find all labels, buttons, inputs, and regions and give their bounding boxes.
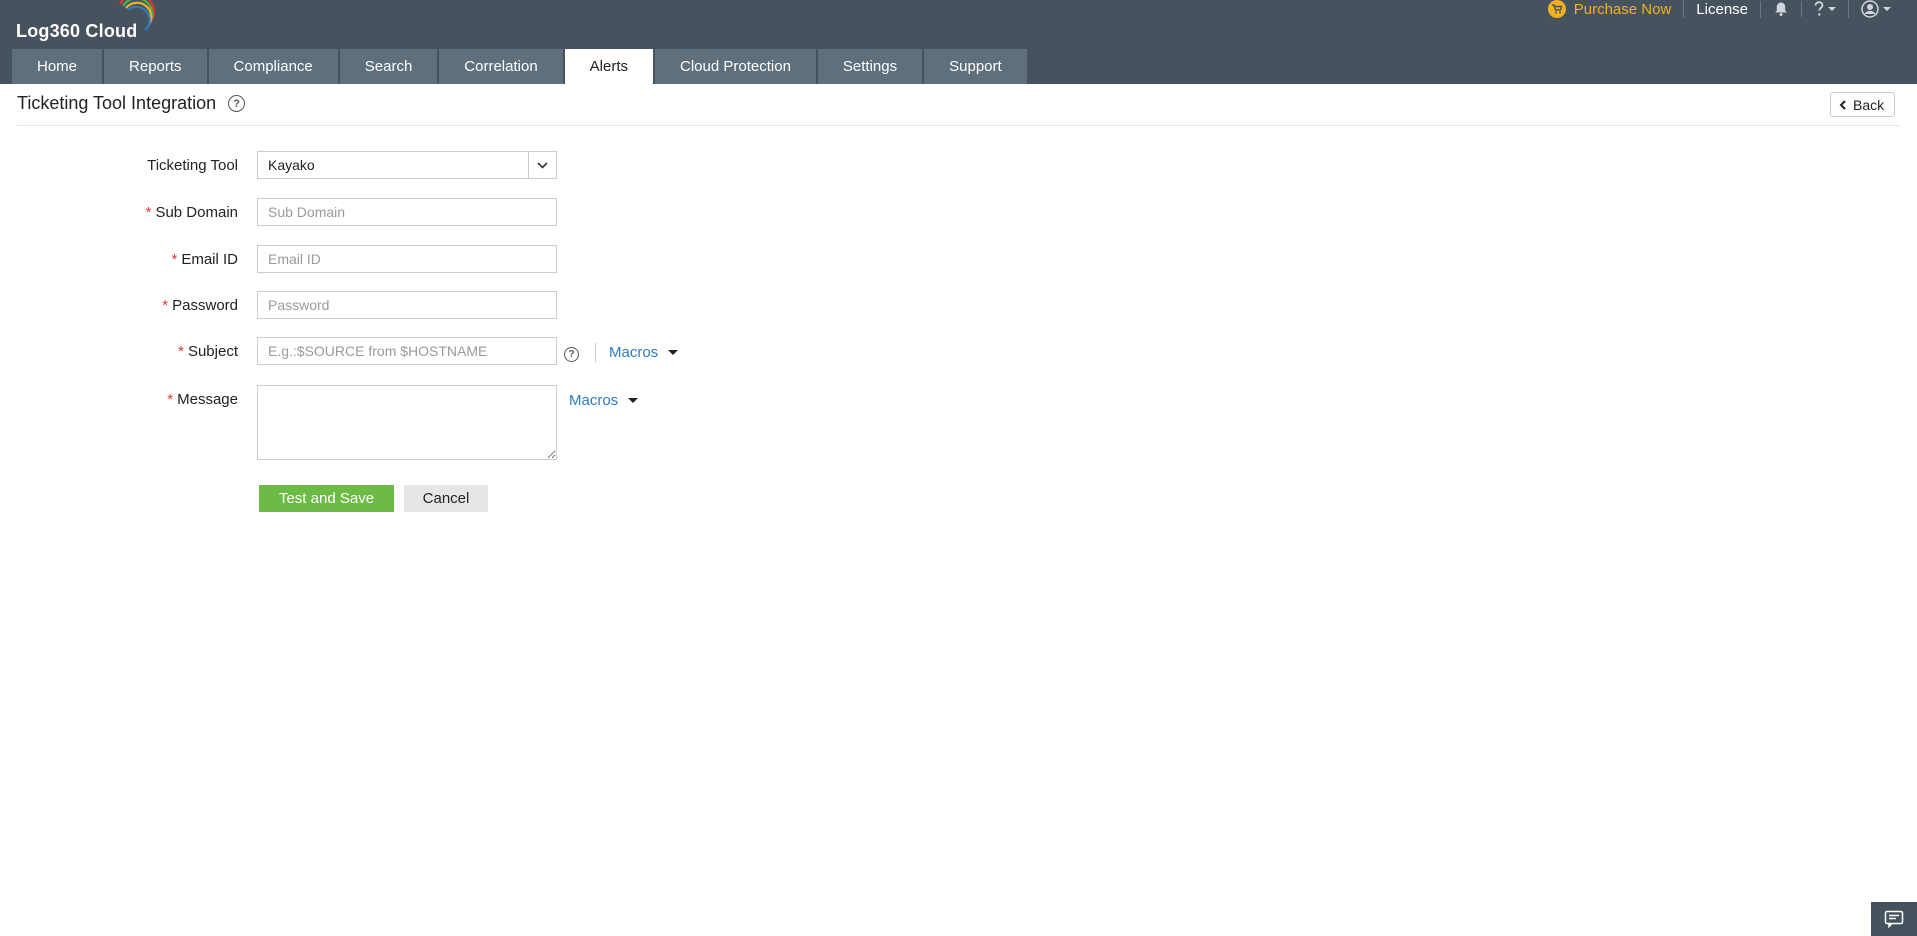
chevron-down-icon [1883, 7, 1891, 11]
password-label: * Password [162, 297, 238, 314]
subject-help-icon[interactable]: ? [564, 347, 579, 362]
cart-icon [1547, 0, 1566, 18]
purchase-now-label: Purchase Now [1573, 0, 1672, 18]
user-menu-button[interactable] [1848, 0, 1903, 18]
caret-down-icon [668, 350, 679, 355]
help-icon [1814, 1, 1824, 16]
tab-cloud-protection[interactable]: Cloud Protection [655, 49, 816, 84]
dropdown-arrow[interactable] [528, 152, 556, 178]
ticketing-tool-label-text: Ticketing Tool [147, 157, 238, 174]
help-menu-button[interactable] [1801, 1, 1848, 17]
ticketing-tool-label: Ticketing Tool [147, 157, 238, 174]
license-link[interactable]: License [1684, 0, 1761, 18]
tab-correlation[interactable]: Correlation [439, 49, 563, 84]
page-title: Ticketing Tool Integration [17, 93, 217, 113]
message-label: * Message [167, 391, 238, 408]
bell-icon [1775, 2, 1787, 16]
tab-settings[interactable]: Settings [817, 49, 923, 84]
chevron-left-icon [1839, 99, 1846, 110]
header-divider [17, 125, 1900, 126]
top-header: Log360 Cloud Purchase Now License Home R… [0, 0, 1917, 84]
logo-arc-icon [119, 0, 155, 31]
help-circle-icon[interactable]: ? [228, 95, 246, 112]
chevron-down-icon [537, 161, 548, 169]
tab-compliance[interactable]: Compliance [208, 49, 338, 84]
subject-label-text: Subject [187, 343, 238, 360]
message-label-text: Message [177, 391, 238, 408]
tab-search[interactable]: Search [339, 49, 438, 84]
subject-input[interactable] [257, 337, 557, 365]
subject-macros-dropdown[interactable]: Macros [609, 344, 679, 361]
required-marker: * [171, 251, 178, 268]
purchase-now-link[interactable]: Purchase Now [1547, 0, 1685, 18]
macros-separator [595, 343, 596, 362]
password-label-text: Password [172, 297, 238, 314]
ticketing-tool-select[interactable]: Kayako [257, 151, 557, 179]
email-id-label-text: Email ID [181, 251, 238, 268]
user-icon [1861, 0, 1879, 18]
required-marker: * [145, 204, 152, 221]
message-textarea[interactable] [257, 385, 557, 460]
subject-macros-label: Macros [609, 344, 659, 361]
required-marker: * [162, 297, 169, 314]
test-and-save-button[interactable]: Test and Save [259, 485, 394, 512]
ticketing-tool-value: Kayako [268, 157, 315, 173]
message-macros-dropdown[interactable]: Macros [569, 392, 639, 409]
chevron-down-icon [1828, 7, 1836, 11]
page-title-row: Ticketing Tool Integration ? [17, 93, 246, 114]
sub-domain-label-text: Sub Domain [155, 204, 238, 221]
caret-down-icon [628, 398, 639, 403]
main-nav-tabs: Home Reports Compliance Search Correlati… [12, 49, 1029, 84]
message-macros-label: Macros [569, 392, 619, 409]
tab-reports[interactable]: Reports [104, 49, 207, 84]
required-marker: * [167, 391, 174, 408]
header-actions: Purchase Now License [1547, 0, 1903, 18]
subject-label: * Subject [178, 343, 238, 360]
chat-icon [1884, 910, 1904, 928]
chat-button[interactable] [1871, 902, 1917, 936]
email-id-input[interactable] [257, 245, 557, 273]
sub-domain-label: * Sub Domain [146, 204, 238, 221]
notifications-button[interactable] [1761, 1, 1801, 17]
tab-alerts[interactable]: Alerts [564, 49, 654, 84]
required-marker: * [178, 343, 184, 360]
sub-domain-input[interactable] [257, 198, 557, 226]
tab-home[interactable]: Home [12, 49, 103, 84]
tab-support[interactable]: Support [924, 49, 1027, 84]
password-input[interactable] [257, 291, 557, 319]
cancel-button[interactable]: Cancel [404, 485, 488, 512]
email-id-label: * Email ID [171, 251, 238, 268]
back-label: Back [1853, 96, 1885, 113]
back-button[interactable]: Back [1830, 92, 1896, 117]
